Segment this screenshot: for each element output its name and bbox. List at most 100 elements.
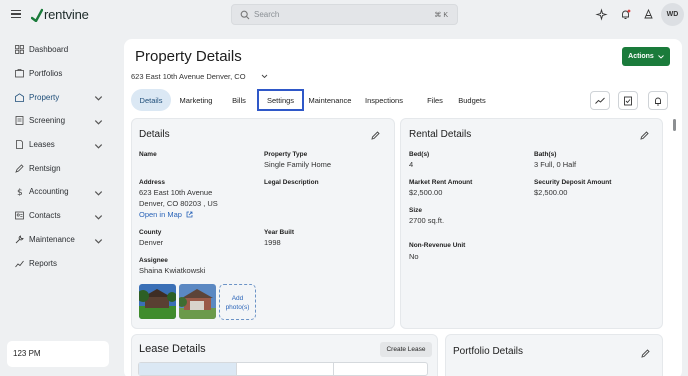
- bell-plus-icon: [655, 97, 661, 105]
- county-label: County: [139, 229, 162, 236]
- search-placeholder: Search: [254, 10, 280, 19]
- add-photo-line1: Add: [231, 295, 244, 302]
- add-photo-button[interactable]: Add photo(s): [219, 284, 256, 320]
- external-link-icon: [186, 211, 193, 218]
- security-deposit-value: $2,500.00: [534, 188, 568, 197]
- menu-icon[interactable]: [11, 10, 21, 18]
- sidebar-item-contacts[interactable]: Contacts: [0, 204, 120, 228]
- open-in-map-link[interactable]: Open in Map: [139, 210, 193, 219]
- add-photo-line2: photo(s): [225, 304, 250, 311]
- chevron-down-icon: [658, 54, 664, 59]
- reports-icon: [15, 260, 24, 267]
- dollar-icon: $: [17, 188, 23, 196]
- chevron-down-icon: [94, 96, 103, 101]
- sidebar-item-dashboard[interactable]: Dashboard: [0, 38, 120, 62]
- tasks-button[interactable]: [618, 91, 638, 110]
- search-input[interactable]: Search ⌘ K: [231, 4, 458, 25]
- address-line2: Denver, CO 80203 , US: [139, 199, 218, 208]
- edit-icon[interactable]: [640, 131, 649, 140]
- year-built-value: 1998: [264, 238, 281, 247]
- actions-button[interactable]: Actions: [622, 47, 670, 66]
- tab-files[interactable]: Files: [422, 89, 448, 111]
- property-icon: [15, 93, 24, 102]
- non-revenue-value: No: [409, 252, 419, 261]
- lease-tabs: [138, 362, 428, 376]
- sidebar-item-leases[interactable]: Leases: [0, 133, 120, 157]
- avatar[interactable]: WD: [661, 3, 684, 26]
- baths-label: Bath(s): [534, 151, 557, 158]
- tab-settings[interactable]: Settings: [257, 89, 304, 111]
- property-photo[interactable]: [139, 284, 176, 319]
- chevron-down-icon[interactable]: [261, 74, 268, 79]
- sidebar-item-label: Contacts: [29, 211, 61, 221]
- baths-value: 3 Full, 0 Half: [534, 160, 577, 169]
- name-label: Name: [139, 151, 157, 158]
- tab-bills[interactable]: Bills: [226, 89, 252, 111]
- sidebar-item-rentsign[interactable]: Rentsign: [0, 156, 120, 180]
- search-shortcut: ⌘ K: [434, 11, 448, 19]
- lease-tab-divider: [236, 363, 237, 375]
- bell-icon[interactable]: [619, 8, 632, 21]
- tab-marketing[interactable]: Marketing: [174, 89, 218, 111]
- search-icon: [240, 10, 250, 20]
- sidebar-item-label: Reports: [29, 258, 58, 268]
- tab-budgets[interactable]: Budgets: [454, 89, 490, 111]
- security-deposit-label: Security Deposit Amount: [534, 179, 612, 186]
- tab-inspections[interactable]: Inspections: [361, 89, 407, 111]
- rentvine-logo-icon: [31, 8, 43, 22]
- non-revenue-label: Non-Revenue Unit: [409, 242, 466, 249]
- property-photo-image: [179, 284, 216, 319]
- tab-maintenance[interactable]: Maintenance: [307, 89, 353, 111]
- open-in-map-label: Open in Map: [139, 210, 182, 219]
- chevron-down-icon: [94, 143, 103, 149]
- portfolio-details-title: Portfolio Details: [453, 346, 524, 357]
- person-icon[interactable]: [642, 8, 655, 21]
- page-title: Property Details: [135, 48, 242, 65]
- sidebar-item-portfolios[interactable]: Portfolios: [0, 62, 120, 86]
- edit-icon[interactable]: [641, 349, 650, 358]
- analytics-button[interactable]: [590, 91, 610, 110]
- screening-icon: [15, 116, 24, 126]
- beds-label: Bed(s): [409, 151, 430, 158]
- chevron-down-icon: [94, 238, 103, 244]
- sidebar-item-reports[interactable]: Reports: [0, 251, 120, 275]
- property-photo[interactable]: [179, 284, 216, 319]
- address-label: Address: [139, 179, 166, 186]
- wrench-icon: [15, 235, 24, 244]
- logo[interactable]: rentvine: [31, 7, 89, 22]
- svg-text:$: $: [17, 188, 23, 196]
- sidebar-item-accounting[interactable]: $ Accounting: [0, 180, 120, 204]
- address-line1: 623 East 10th Avenue: [139, 188, 213, 197]
- contacts-icon: [15, 211, 24, 220]
- sidebar-item-property[interactable]: Property: [0, 85, 120, 109]
- create-lease-button[interactable]: Create Lease: [380, 342, 432, 357]
- scrollbar[interactable]: [673, 119, 676, 131]
- details-title: Details: [139, 129, 170, 140]
- tab-details[interactable]: Details: [131, 89, 171, 111]
- rental-details-title: Rental Details: [409, 129, 472, 140]
- property-type-label: Property Type: [264, 151, 308, 158]
- lease-details-title: Lease Details: [139, 343, 206, 355]
- sparkle-icon[interactable]: [595, 8, 608, 21]
- property-address-selector[interactable]: 623 East 10th Avenue Denver, CO: [131, 72, 246, 81]
- county-value: Denver: [139, 238, 164, 247]
- year-built-label: Year Built: [264, 229, 294, 236]
- checklist-icon: [624, 96, 632, 105]
- size-label: Size: [409, 207, 423, 214]
- legal-description-label: Legal Description: [264, 179, 319, 186]
- assignee-value: Shaina Kwiatkowski: [139, 266, 206, 275]
- chevron-down-icon: [94, 120, 103, 125]
- market-rent-label: Market Rent Amount: [409, 179, 473, 186]
- actions-label: Actions: [628, 53, 654, 60]
- logo-text: rentvine: [44, 7, 89, 22]
- edit-icon[interactable]: [371, 131, 380, 140]
- market-rent-value: $2,500.00: [409, 188, 443, 197]
- lease-tab[interactable]: [139, 363, 236, 375]
- notifications-button[interactable]: [648, 91, 668, 110]
- assignee-label: Assignee: [139, 257, 168, 264]
- size-value: 2700 sq.ft.: [409, 216, 445, 225]
- sidebar-item-maintenance[interactable]: Maintenance: [0, 228, 120, 252]
- sidebar-item-screening[interactable]: Screening: [0, 109, 120, 133]
- sidebar-item-label: Accounting: [29, 187, 69, 197]
- sidebar-item-label: Leases: [29, 140, 55, 150]
